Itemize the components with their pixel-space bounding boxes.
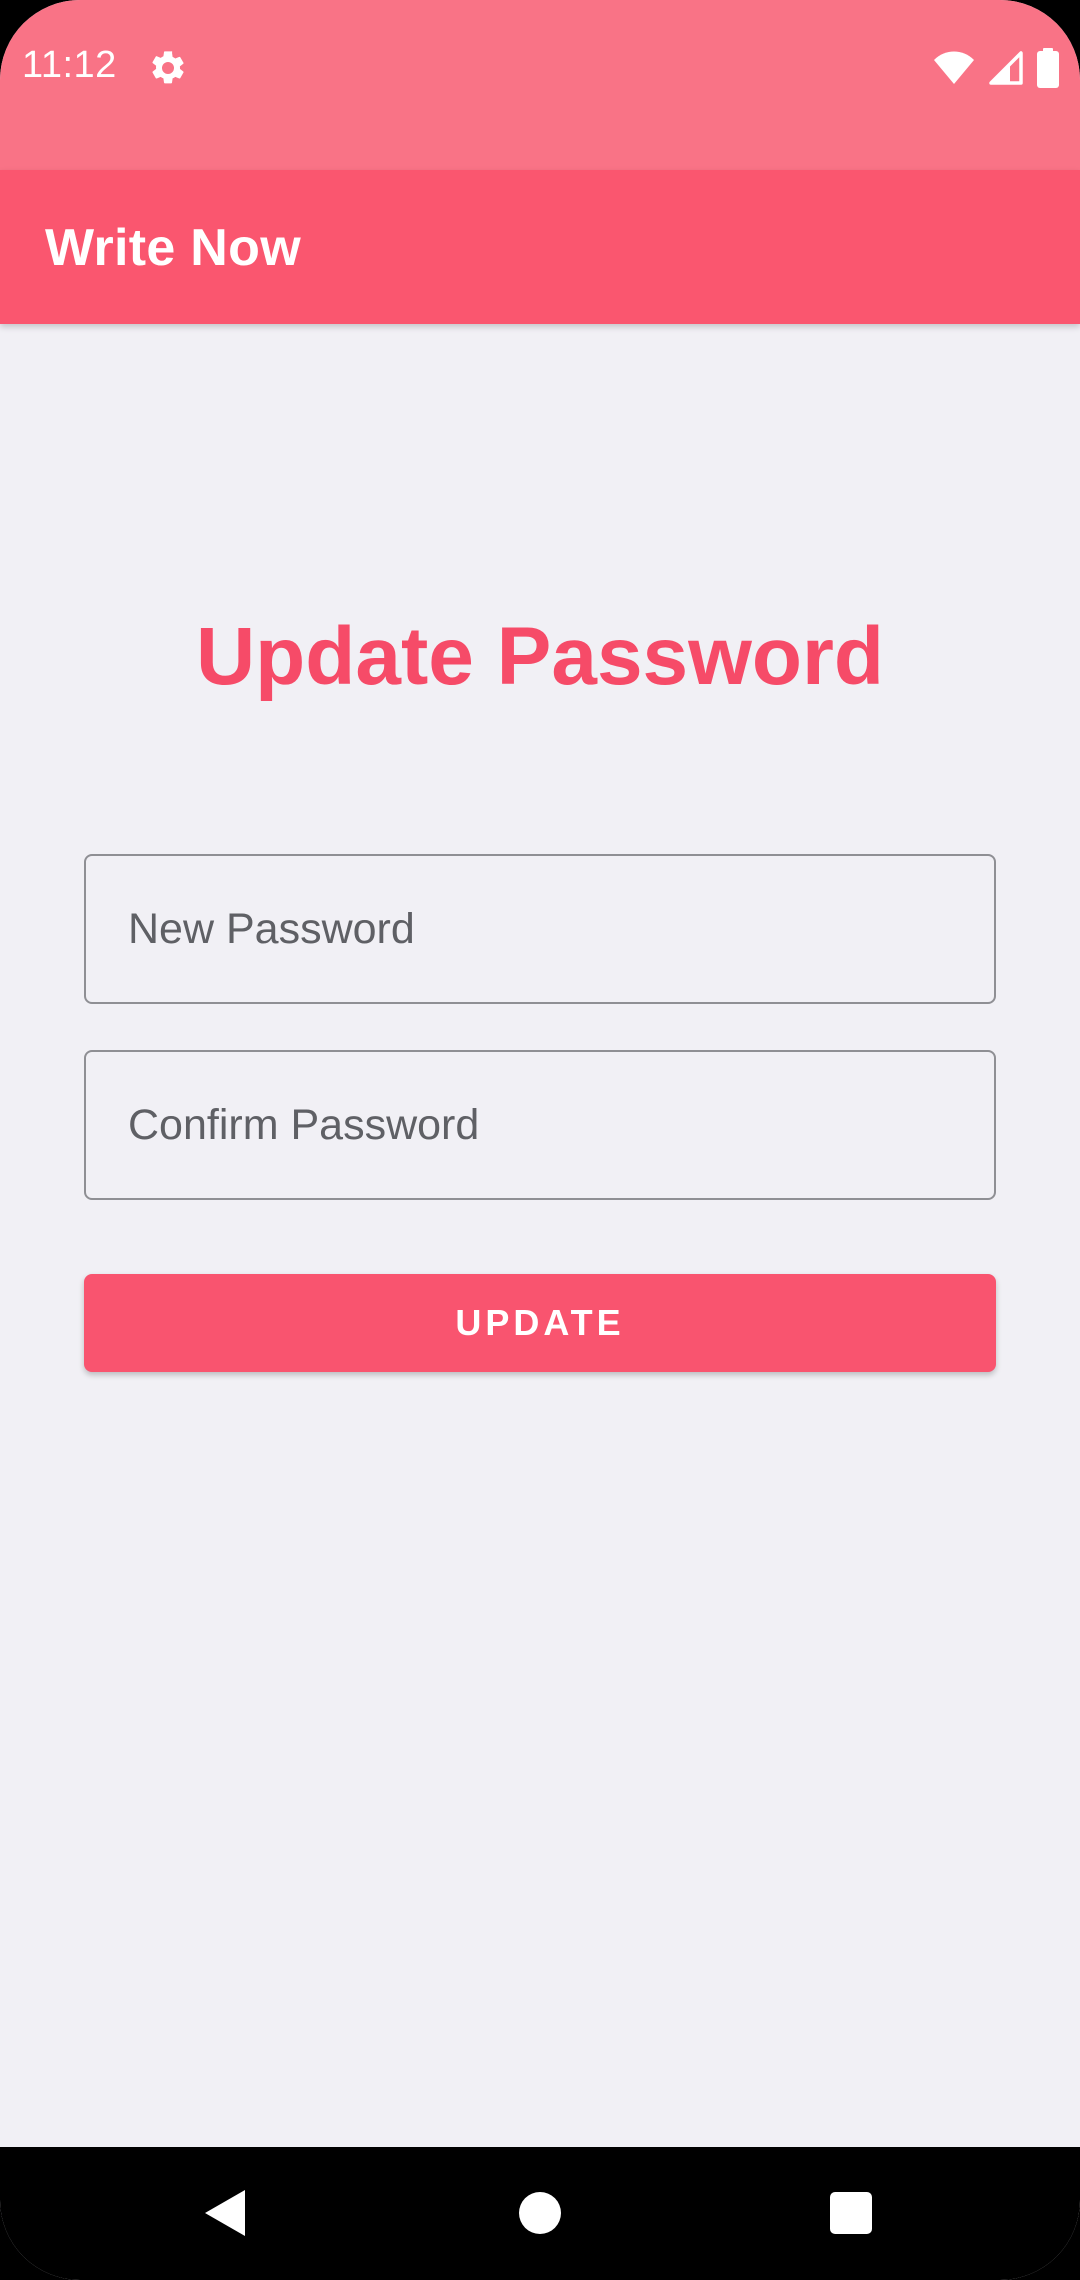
- status-time: 11:12: [22, 44, 117, 86]
- recents-icon[interactable]: [830, 2192, 872, 2234]
- battery-icon: [1037, 48, 1059, 88]
- back-icon[interactable]: [205, 2190, 245, 2236]
- new-password-input[interactable]: [86, 856, 994, 1002]
- navigation-bar: [0, 2147, 1080, 2280]
- update-button[interactable]: UPDATE: [84, 1274, 996, 1372]
- new-password-field[interactable]: [84, 854, 996, 1004]
- signal-icon: [989, 51, 1023, 85]
- status-indicators: [932, 46, 1060, 90]
- gear-icon: [152, 51, 184, 84]
- app-title: Write Now: [45, 219, 301, 277]
- confirm-password-input[interactable]: [86, 1052, 994, 1198]
- home-icon[interactable]: [519, 2192, 561, 2234]
- confirm-password-field[interactable]: [84, 1050, 996, 1200]
- wifi-icon: [934, 51, 974, 84]
- page-title: Update Password: [195, 611, 885, 702]
- phone-screen: 11:12 Write Now Update Password UPDATE: [0, 0, 1080, 2280]
- app-bar: Write Now: [0, 170, 1080, 324]
- status-bar: 11:12: [0, 0, 1080, 170]
